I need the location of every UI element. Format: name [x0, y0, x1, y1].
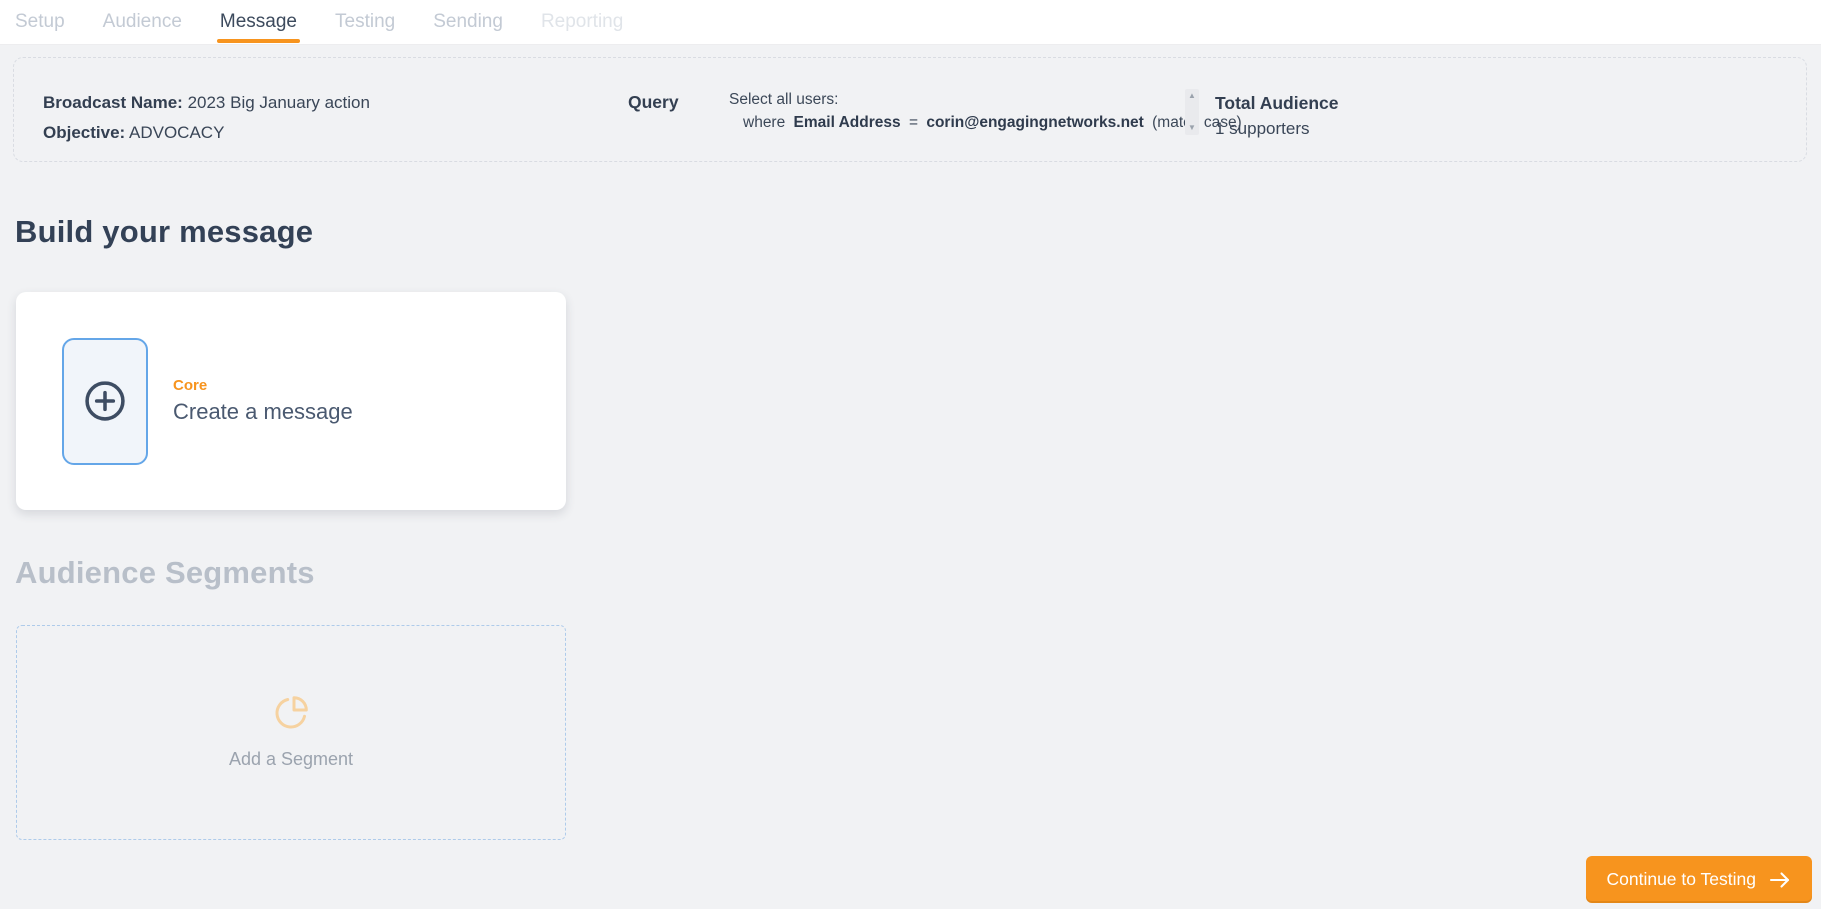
tab-setup[interactable]: Setup — [15, 0, 65, 44]
objective-label: Objective: — [43, 123, 125, 142]
audience-segments-title: Audience Segments — [15, 555, 315, 591]
objective-value: ADVOCACY — [129, 123, 224, 142]
add-segment-label: Add a Segment — [229, 749, 353, 770]
continue-to-testing-label: Continue to Testing — [1606, 869, 1756, 890]
page-title: Build your message — [15, 214, 313, 250]
tab-testing-label: Testing — [335, 11, 395, 33]
query-line-1: Select all users: — [729, 91, 838, 109]
tab-audience[interactable]: Audience — [103, 0, 182, 44]
active-tab-underline — [217, 39, 300, 43]
broadcast-name-label: Broadcast Name: — [43, 93, 183, 112]
tab-sending[interactable]: Sending — [433, 0, 503, 44]
scroll-up-icon[interactable]: ▲ — [1188, 91, 1196, 101]
tab-reporting: Reporting — [541, 0, 623, 44]
total-audience-label: Total Audience — [1215, 93, 1338, 114]
wizard-step-nav: Setup Audience Message Testing Sending R… — [0, 0, 1821, 45]
create-message-text: Core Create a message — [173, 377, 353, 425]
scroll-down-icon[interactable]: ▼ — [1188, 123, 1196, 133]
create-message-tile[interactable] — [62, 338, 148, 465]
query-operator: = — [909, 114, 918, 131]
total-audience-value: 1 supporters — [1215, 119, 1310, 139]
broadcast-name-row: Broadcast Name: 2023 Big January action — [43, 93, 370, 113]
tab-testing[interactable]: Testing — [335, 0, 395, 44]
continue-to-testing-button[interactable]: Continue to Testing — [1586, 856, 1812, 903]
arrow-right-icon — [1768, 870, 1792, 890]
query-where: where — [743, 114, 785, 131]
tab-reporting-label: Reporting — [541, 11, 623, 33]
tab-message[interactable]: Message — [220, 0, 297, 44]
tab-bar: Setup Audience Message Testing Sending R… — [0, 0, 1821, 44]
tab-audience-label: Audience — [103, 11, 182, 33]
query-value: corin@engagingnetworks.net — [926, 114, 1144, 131]
query-field: Email Address — [794, 114, 901, 131]
add-segment-card[interactable]: Add a Segment — [16, 625, 566, 840]
query-scrollbar[interactable]: ▲ ▼ — [1185, 89, 1199, 135]
objective-row: Objective: ADVOCACY — [43, 123, 224, 143]
tab-message-label: Message — [220, 11, 297, 33]
plus-circle-icon — [80, 376, 130, 426]
pie-chart-icon — [273, 695, 309, 731]
create-message-card[interactable]: Core Create a message — [16, 292, 566, 510]
broadcast-summary-panel: Broadcast Name: 2023 Big January action … — [13, 57, 1807, 162]
broadcast-name-value: 2023 Big January action — [188, 93, 370, 112]
create-message-label: Create a message — [173, 399, 353, 425]
query-label: Query — [628, 92, 679, 113]
tab-setup-label: Setup — [15, 11, 65, 33]
core-badge: Core — [173, 377, 353, 394]
tab-sending-label: Sending — [433, 11, 503, 33]
query-line-2: where Email Address = corin@engagingnetw… — [743, 114, 1246, 132]
